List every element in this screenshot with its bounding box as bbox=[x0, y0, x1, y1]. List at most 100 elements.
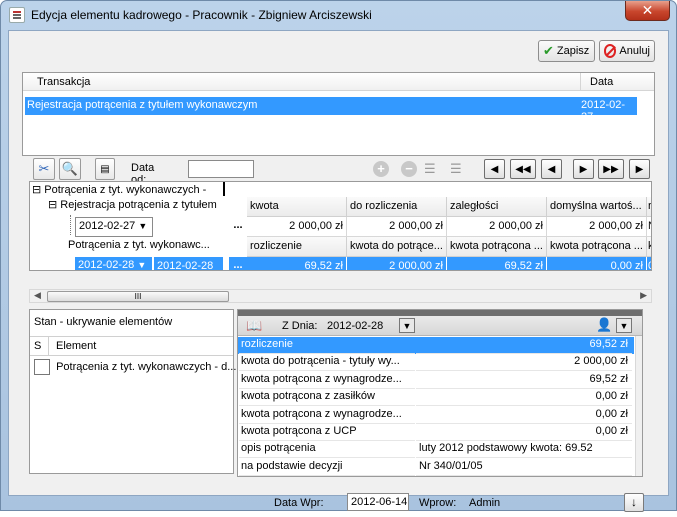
user-dropdown-button[interactable]: ▼ bbox=[616, 318, 632, 333]
search-button[interactable]: 🔍 bbox=[59, 158, 81, 180]
col-header-kwota-potracona-2[interactable]: kwota potrącona ... bbox=[547, 237, 647, 257]
scroll-right-icon[interactable]: ▶ bbox=[640, 290, 647, 301]
nav-last-button[interactable]: ▶ bbox=[629, 159, 650, 179]
check-icon: ✔ bbox=[543, 43, 554, 58]
row2-kwota-potracona-2[interactable]: 0,00 zł bbox=[547, 257, 647, 270]
col-header-rozliczenie[interactable]: rozliczenie bbox=[247, 237, 347, 257]
row2-k[interactable]: 0 bbox=[647, 257, 651, 270]
minus-icon: − bbox=[401, 161, 417, 177]
detail-row[interactable]: rozliczenie 69,52 zł bbox=[238, 337, 634, 354]
row-insert-icon[interactable]: ☰ bbox=[424, 161, 436, 177]
row2-date-2[interactable]: 2012-02-28 bbox=[154, 257, 224, 270]
column-splitter[interactable] bbox=[223, 182, 225, 196]
dropdown-arrow-icon: ▼ bbox=[138, 221, 148, 231]
scroll-left-icon[interactable]: ◀ bbox=[34, 290, 41, 301]
stan-col-element[interactable]: Element bbox=[56, 340, 96, 352]
row1-do-rozliczenia[interactable]: 2 000,00 zł bbox=[347, 217, 447, 237]
detail-row[interactable]: opis potrącenia luty 2012 podstawowy kwot… bbox=[238, 441, 634, 459]
row1-ellipsis-button[interactable]: ... bbox=[229, 217, 247, 237]
stan-row-checkbox[interactable] bbox=[34, 359, 50, 375]
row1-domyslna-wartosc[interactable]: 2 000,00 zł bbox=[547, 217, 647, 237]
column-header-transakcja[interactable]: Transakcja bbox=[37, 76, 90, 88]
col-header-k[interactable]: k bbox=[647, 237, 651, 257]
column-header-data[interactable]: Data bbox=[590, 76, 613, 88]
user-icon[interactable]: 👤 bbox=[596, 317, 612, 333]
row1-zaleglosci[interactable]: 2 000,00 zł bbox=[447, 217, 547, 237]
detail-row-label: kwota potrącona z wynagrodze... bbox=[239, 373, 415, 389]
detail-row-value[interactable]: 69,52 zł bbox=[416, 338, 632, 354]
nav-fast-back-button[interactable]: ◀◀ bbox=[510, 159, 536, 179]
scrollbar-thumb[interactable]: III bbox=[47, 291, 229, 302]
nav-fast-forward-button[interactable]: ▶▶ bbox=[598, 159, 624, 179]
save-button[interactable]: ✔ Zapisz bbox=[538, 40, 595, 62]
detail-row-value[interactable]: 0,00 zł bbox=[416, 408, 632, 424]
row2-kwota-potracona-1[interactable]: 69,52 zł bbox=[447, 257, 547, 270]
title-bar: Edycja elementu kadrowego - Pracownik - … bbox=[1, 1, 676, 29]
remove-button[interactable]: − bbox=[401, 161, 417, 177]
col-header-zaleglosci[interactable]: zaległości bbox=[447, 197, 547, 217]
nav-prev-button[interactable]: ◀ bbox=[541, 159, 562, 179]
nav-next-button[interactable]: ▶ bbox=[573, 159, 594, 179]
stan-col-s[interactable]: S bbox=[34, 340, 41, 352]
detail-row-value[interactable]: 2 000,00 zł bbox=[416, 355, 632, 372]
detail-row[interactable]: kwota potrącona z zasiłków 0,00 zł bbox=[238, 389, 634, 407]
detail-row[interactable]: nr konta bbox=[238, 476, 634, 477]
stan-panel: Stan - ukrywanie elementów S Element Pot… bbox=[29, 309, 236, 474]
row2-rozliczenie[interactable]: 69,52 zł bbox=[247, 257, 347, 270]
detail-row-value[interactable]: Nr 340/01/05 bbox=[416, 460, 632, 476]
row2-date-combo[interactable]: 2012-02-28 ▼ bbox=[75, 257, 153, 270]
tree-node-root[interactable]: ⊟ Potrącenia z tyt. wykonawczych - bbox=[32, 183, 206, 196]
close-button[interactable]: ✕ bbox=[625, 1, 670, 21]
date-dropdown-button[interactable]: ▼ bbox=[399, 318, 415, 333]
detail-row-value[interactable]: luty 2012 podstawowy kwota: 69.52 bbox=[416, 442, 632, 459]
vertical-scrollbar[interactable] bbox=[635, 336, 642, 476]
row2-ellipsis-button[interactable]: ... bbox=[229, 257, 247, 270]
triangle-left-icon: ◀ bbox=[490, 163, 499, 175]
calendar-button[interactable]: ▤ bbox=[95, 158, 115, 180]
detail-row-label: rozliczenie bbox=[239, 338, 415, 354]
detail-row[interactable]: na podstawie decyzji Nr 340/01/05 bbox=[238, 459, 634, 476]
col-header-kwota-do-potracenia[interactable]: kwota do potrące... bbox=[347, 237, 447, 257]
scroll-down-button[interactable]: ↓ bbox=[624, 493, 644, 512]
nav-first-button[interactable]: ◀ bbox=[484, 159, 505, 179]
date-from-input[interactable] bbox=[188, 160, 254, 178]
cancel-button[interactable]: Anuluj bbox=[599, 40, 655, 62]
tree-node-potracenia[interactable]: Potrącenia z tyt. wykonawc... bbox=[68, 239, 210, 251]
tools-button[interactable]: ✂ bbox=[33, 158, 55, 180]
transaction-row[interactable]: Rejestracja potrącenia z tytułem wykonaw… bbox=[25, 97, 637, 123]
detail-row-value[interactable]: 0,00 zł bbox=[416, 425, 632, 441]
detail-panel: 📖 Z Dnia: 2012-02-28 ▼ 👤 ▼ rozliczenie 69… bbox=[237, 309, 643, 477]
row-delete-icon[interactable]: ☰ bbox=[450, 161, 462, 177]
row1-kwota[interactable]: 2 000,00 zł bbox=[247, 217, 347, 237]
tree-node-rejestracja[interactable]: ⊟ Rejestracja potrącenia z tytułem bbox=[48, 198, 217, 211]
row1-date-combo[interactable]: 2012-02-27 ▼ bbox=[75, 217, 153, 237]
col-header-domyslna-wartosc[interactable]: domyślna wartoś... bbox=[547, 197, 647, 217]
detail-row-label: kwota potrącona z zasiłków bbox=[239, 390, 415, 407]
row1-r[interactable]: N bbox=[647, 217, 651, 237]
detail-row[interactable]: kwota potrącona z wynagrodze... 0,00 zł bbox=[238, 407, 634, 424]
book-icon[interactable]: 📖 bbox=[246, 318, 262, 334]
detail-row-value[interactable]: 0,00 zł bbox=[416, 390, 632, 407]
wprow-value: Admin bbox=[469, 497, 501, 509]
detail-row[interactable]: kwota do potrącenia - tytuły wy... 2 000,… bbox=[238, 354, 634, 372]
transactions-list[interactable]: Transakcja Data Rejestracja potrącenia z… bbox=[22, 72, 655, 156]
stan-row[interactable]: Potrącenia z tyt. wykonawczych - d... bbox=[34, 359, 236, 375]
horizontal-scrollbar[interactable]: ◀ III ▶ bbox=[29, 289, 652, 303]
date-value: 2012-02-28 bbox=[327, 320, 384, 332]
data-grid[interactable]: ⊟ Potrącenia z tyt. wykonawczych - ⊟ Rej… bbox=[29, 181, 652, 271]
detail-row-label: opis potrącenia bbox=[239, 442, 415, 459]
row1-date: 2012-02-27 bbox=[79, 220, 136, 232]
detail-row[interactable]: kwota potrącona z UCP 0,00 zł bbox=[238, 424, 634, 441]
triangle-right-icon: ▶ bbox=[635, 163, 644, 175]
col-header-do-rozliczenia[interactable]: do rozliczenia bbox=[347, 197, 447, 217]
col-header-kwota-potracona-1[interactable]: kwota potrącona ... bbox=[447, 237, 547, 257]
detail-row-value[interactable]: 69,52 zł bbox=[416, 373, 632, 389]
add-button[interactable]: + bbox=[373, 161, 389, 177]
col-header-r[interactable]: r bbox=[647, 197, 651, 217]
detail-row[interactable]: kwota potrącona z wynagrodze... 69,52 zł bbox=[238, 372, 634, 389]
save-label: Zapisz bbox=[556, 45, 590, 57]
stan-title: Stan - ukrywanie elementów bbox=[34, 316, 173, 328]
arrow-down-icon: ↓ bbox=[631, 495, 637, 509]
row2-kwota-do-potracenia[interactable]: 2 000,00 zł bbox=[347, 257, 447, 270]
col-header-kwota[interactable]: kwota bbox=[247, 197, 347, 217]
